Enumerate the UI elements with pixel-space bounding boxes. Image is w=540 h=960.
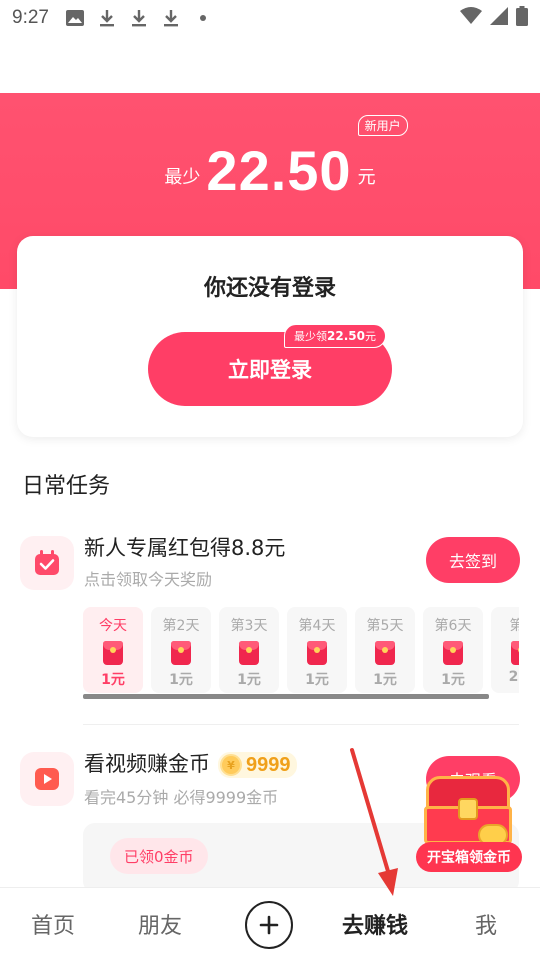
day-label: 第2天 <box>162 618 200 634</box>
checkin-task-name: 新人专属红包得8.8元 <box>84 536 286 560</box>
nav-earn[interactable]: 去赚钱 <box>342 908 408 940</box>
coin-amount: 9999 <box>246 753 291 776</box>
nav-home[interactable]: 首页 <box>31 908 75 940</box>
day-card[interactable]: 第6天 1元 <box>423 607 483 693</box>
day-card[interactable]: 第2天 1元 <box>151 607 211 693</box>
coin-badge: ¥9999 <box>218 752 297 778</box>
day-reward: 1元 <box>101 672 125 688</box>
day-card[interactable]: 第4天 1元 <box>287 607 347 693</box>
bottom-nav: 首页 朋友 去赚钱 我 <box>0 887 540 960</box>
nav-friends[interactable]: 朋友 <box>138 908 182 940</box>
day-card[interactable]: 第5天 1元 <box>355 607 415 693</box>
system-icons <box>460 6 528 30</box>
checkin-task: 新人专属红包得8.8元 点击领取今天奖励 去签到 <box>20 532 520 592</box>
divider <box>83 724 519 725</box>
image-icon <box>65 8 85 28</box>
day-reward: 1元 <box>169 672 193 688</box>
nav-me[interactable]: 我 <box>475 908 497 940</box>
hero-unit-wrap: 新用户 元 <box>357 115 408 199</box>
login-tag-prefix: 最少领 <box>294 330 327 343</box>
plus-icon[interactable] <box>245 901 293 949</box>
day-reward: 1元 <box>237 672 261 688</box>
login-tag-amount: 22.50 <box>327 329 365 343</box>
status-time: 9:27 <box>12 7 49 28</box>
hero-prefix: 最少 <box>164 167 201 188</box>
red-envelope-icon <box>103 641 123 665</box>
day-label: 今天 <box>99 618 127 634</box>
day-label: 第3天 <box>230 618 268 634</box>
battery-icon <box>516 6 528 30</box>
video-task-desc: 看完45分钟 必得9999金币 <box>84 788 279 807</box>
login-title: 你还没有登录 <box>203 276 336 301</box>
day-card[interactable]: 第7 2.8 <box>491 607 519 693</box>
day-card[interactable]: 第3天 1元 <box>219 607 279 693</box>
red-envelope-icon <box>171 641 191 665</box>
download-icon <box>129 8 149 28</box>
treasure-chest-widget[interactable]: 开宝箱领金币 <box>416 776 524 872</box>
red-envelope-icon <box>239 641 259 665</box>
notification-icons <box>65 8 213 28</box>
download-icon <box>97 8 117 28</box>
day-reward: 1元 <box>441 672 465 688</box>
day-reward: 1元 <box>305 672 329 688</box>
checkin-days-strip[interactable]: 今天 1元 第2天 1元 第3天 1元 第4天 1元 第5天 1元 第6天 1元… <box>83 607 519 697</box>
status-bar: 9:27 <box>0 0 540 36</box>
red-envelope-icon <box>375 641 395 665</box>
hero-amount: 22.50 <box>206 139 352 202</box>
download-icon <box>161 8 181 28</box>
daily-tasks-title: 日常任务 <box>22 474 111 499</box>
day-reward: 2.8 <box>508 669 519 685</box>
day-label: 第7 <box>509 618 519 634</box>
red-envelope-icon <box>443 641 463 665</box>
login-tag-unit: 元 <box>364 330 376 343</box>
play-icon <box>20 752 74 806</box>
day-label: 第4天 <box>298 618 336 634</box>
video-task-name: 看视频赚金币 <box>84 752 210 776</box>
checkin-button[interactable]: 去签到 <box>426 537 520 583</box>
day-label: 第6天 <box>434 618 472 634</box>
chest-lock-icon <box>458 798 478 820</box>
days-scrollbar[interactable] <box>83 694 489 699</box>
hero-unit: 元 <box>357 167 376 188</box>
dot-icon <box>193 8 213 28</box>
day-card[interactable]: 今天 1元 <box>83 607 143 693</box>
signal-icon <box>490 7 508 29</box>
day-reward: 1元 <box>373 672 397 688</box>
day-label: 第5天 <box>366 618 404 634</box>
hero-amount-row: 最少 22.50 新用户 元 <box>0 115 540 202</box>
new-user-badge: 新用户 <box>357 115 408 136</box>
video-task-name-row: 看视频赚金币 ¥9999 <box>84 748 297 778</box>
calendar-icon <box>20 536 74 590</box>
coin-icon: ¥ <box>220 754 242 776</box>
checkin-task-desc: 点击领取今天奖励 <box>84 570 213 589</box>
claimed-coins-pill: 已领0金币 <box>110 838 208 874</box>
red-envelope-icon <box>307 641 327 665</box>
wifi-icon <box>460 7 482 29</box>
login-reward-tag: 最少领22.50元 <box>284 324 386 348</box>
treasure-chest-label[interactable]: 开宝箱领金币 <box>416 842 522 872</box>
red-envelope-icon <box>511 641 519 665</box>
login-card: 你还没有登录 立即登录 最少领22.50元 <box>17 236 523 437</box>
